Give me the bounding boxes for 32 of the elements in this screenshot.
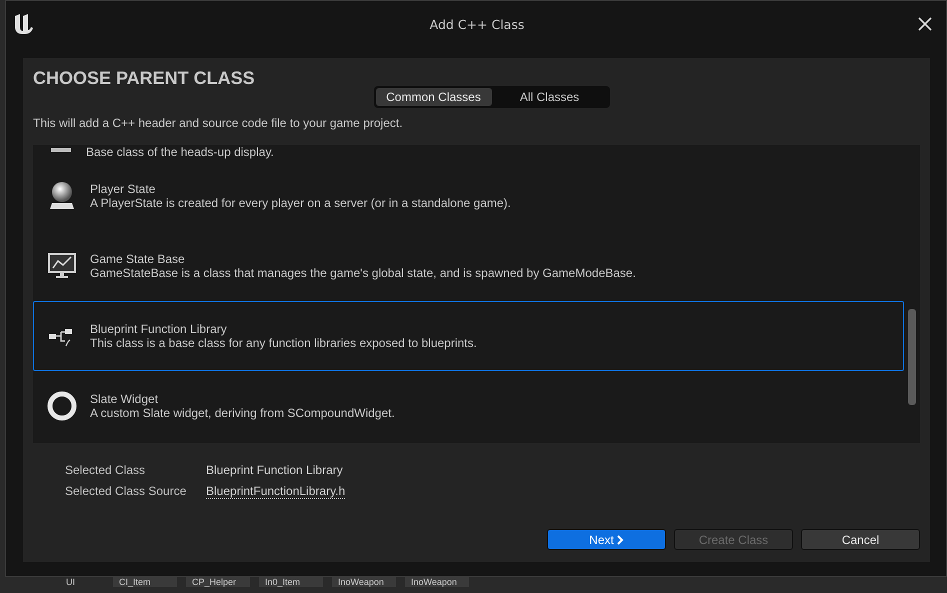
class-row[interactable]: Player State A PlayerState is created for every player on a server (or in a standalone game). [33,161,904,231]
dialog-button[interactable]: Cancel [801,529,920,550]
class-description: A PlayerState is created for every player on a server (or in a standalone game). [90,196,511,210]
ring-icon [47,391,77,421]
class-description: Base class of the heads-up display. [86,145,274,159]
class-tab[interactable]: Common Classes [376,88,492,106]
background-label: UI [65,577,76,587]
summary-label: Selected Class [65,463,146,477]
window-title: Add C++ Class [428,16,526,32]
next-button[interactable]: Next [547,529,666,550]
monitor-chart-icon [47,251,77,281]
summary-label: Selected Class Source [65,484,188,499]
summary-value: Blueprint Function Library [206,463,344,477]
scroll-bar[interactable] [908,309,916,405]
class-tab[interactable]: All Classes [492,88,608,106]
class-description: GameStateBase is a class that manages the game's global state, and is spawned by GameModeBase. [90,266,636,280]
class-name: Blueprint Function Library [90,322,228,336]
engine-logo-icon [12,12,36,36]
class-description: A custom Slate widget, deriving from SCompoundWidget. [90,406,395,420]
class-name: Slate Widget [90,392,160,406]
section-heading: CHOOSE PARENT CLASS [33,68,255,88]
source-file-link[interactable]: BlueprintFunctionLibrary.h [206,484,346,499]
class-row[interactable]: Blueprint Function Library This class is a base class for any function libraries exposed to blueprints. [33,301,904,371]
close-icon[interactable] [918,17,932,31]
intro-text: This will add a C++ header and source code file to your game project. [33,116,404,130]
class-row[interactable]: Slate Widget A custom Slate widget, deriving from SCompoundWidget. [33,371,904,441]
sphere-icon [47,181,77,211]
class-description: This class is a base class for any function libraries exposed to blueprints. [90,336,477,350]
chevron-icon [616,534,624,544]
class-row[interactable]: Game State Base GameStateBase is a class that manages the game's global state, and is spawned by GameModeBase. [33,231,904,301]
class-name: Player State [90,182,156,196]
class-name: Game State Base [90,252,186,266]
